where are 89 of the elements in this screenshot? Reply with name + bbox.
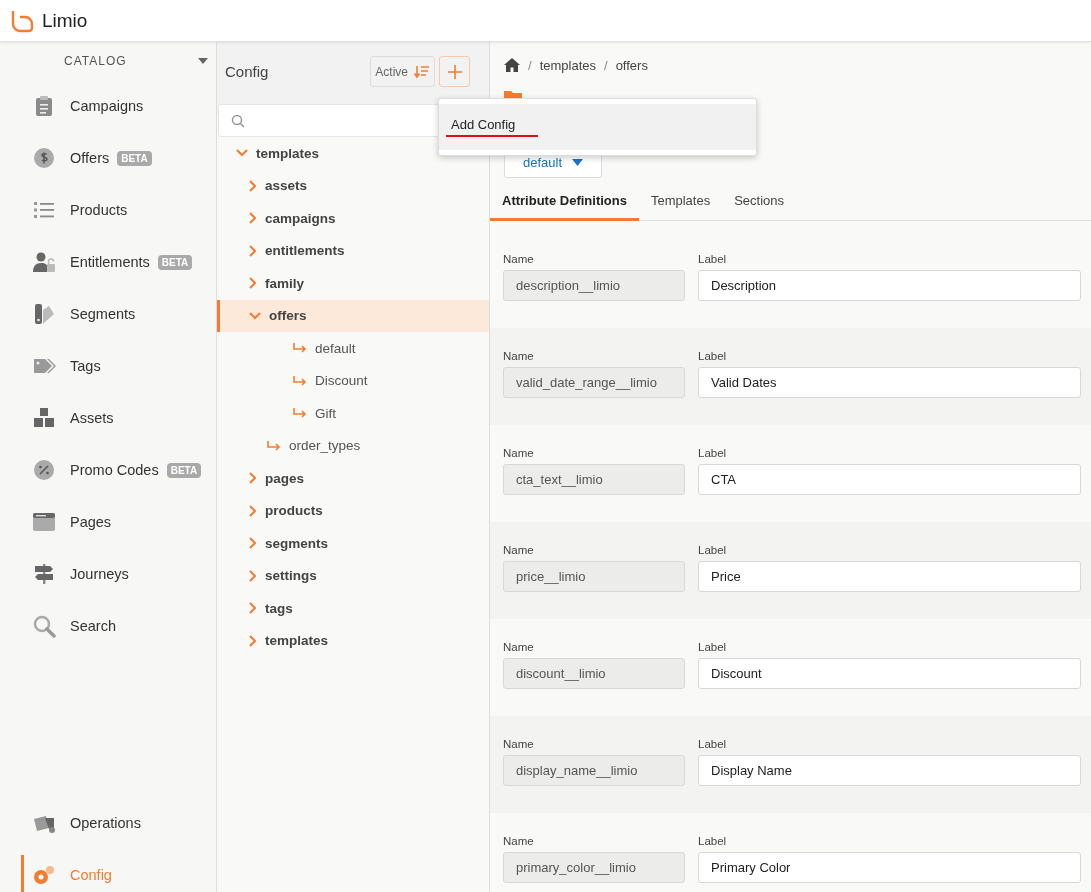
field-label: Label (698, 641, 728, 653)
breadcrumb-link[interactable]: templates (539, 57, 596, 73)
name-field[interactable]: primary_color__limio (503, 852, 685, 883)
tree-item[interactable]: products (217, 494, 489, 527)
sidebar-item[interactable]: Campaigns (0, 80, 216, 132)
breadcrumb-separator: / (604, 57, 608, 73)
tree-item[interactable]: segments (217, 527, 489, 560)
sidebar-item[interactable]: Tags (0, 340, 216, 392)
beta-badge: BETA (117, 150, 152, 166)
field-label: Name (503, 350, 535, 362)
tree-item[interactable]: assets (217, 169, 489, 202)
home-icon[interactable] (504, 58, 520, 72)
field-label: Name (503, 738, 535, 750)
field-label: Label (698, 738, 728, 750)
tree-item[interactable]: settings (217, 559, 489, 592)
menu-item[interactable]: Add Config (439, 104, 756, 150)
tree-item[interactable]: templates (217, 624, 489, 657)
boxes-icon (32, 406, 56, 430)
name-field[interactable]: valid_date_range__limio (503, 367, 685, 398)
field-label: Name (503, 835, 535, 847)
signpost-icon (32, 562, 56, 586)
panel-title: Config (225, 63, 270, 80)
label-field[interactable]: Description (698, 270, 1081, 301)
tab[interactable]: Templates (638, 183, 723, 221)
name-field[interactable]: description__limio (503, 270, 685, 301)
beta-badge: BETA (166, 462, 202, 478)
plus-icon (447, 64, 462, 79)
return-arrow-icon (293, 343, 307, 354)
field-label: Name (503, 544, 535, 556)
beta-badge: BETA (157, 254, 193, 270)
tab[interactable]: Sections (722, 183, 797, 221)
tab[interactable]: Attribute Definitions (490, 183, 639, 221)
sidebar-item[interactable]: Search (0, 600, 216, 652)
tree-item[interactable]: campaigns (217, 202, 489, 235)
field-label: Label (698, 835, 728, 847)
label-field[interactable]: Valid Dates (698, 367, 1081, 398)
sidebar-item[interactable]: Operations (0, 797, 216, 849)
breadcrumb-link[interactable]: offers (615, 57, 648, 73)
sidebar-item[interactable]: Offers BETA (0, 132, 216, 184)
search-icon (231, 113, 245, 128)
field-label: Label (698, 544, 728, 556)
label-field[interactable]: Primary Color (698, 852, 1081, 883)
section-title: CATALOG (64, 54, 128, 68)
swatch-icon (32, 302, 56, 326)
label-field[interactable]: Discount (698, 658, 1081, 689)
name-field[interactable]: price__limio (503, 561, 685, 592)
name-field[interactable]: display_name__limio (503, 755, 685, 786)
field-label: Name (503, 447, 535, 459)
percent-badge-icon (32, 458, 56, 482)
sidebar-item[interactable]: Segments (0, 288, 216, 340)
logo-icon (10, 8, 34, 33)
field-label: Label (698, 253, 728, 265)
user-lock-icon (32, 250, 56, 274)
label-field[interactable]: Display Name (698, 755, 1081, 786)
field-label: Label (698, 447, 728, 459)
tree-item[interactable]: pages (217, 462, 489, 495)
sidebar-item[interactable]: Promo Codes BETA (0, 444, 216, 496)
tree-item[interactable]: entitlements (217, 234, 489, 267)
app-title: Limio (42, 9, 88, 32)
field-label: Label (698, 350, 728, 362)
tree-item[interactable]: Discount (217, 364, 489, 397)
tree-item[interactable]: Gift (217, 397, 489, 430)
tree-item[interactable]: family (217, 267, 489, 300)
name-field[interactable]: discount__limio (503, 658, 685, 689)
sidebar-item[interactable]: Journeys (0, 548, 216, 600)
dollar-badge-icon (32, 146, 56, 170)
field-label: Name (503, 253, 535, 265)
label-field[interactable]: Price (698, 561, 1081, 592)
sidebar-item[interactable]: Products (0, 184, 216, 236)
return-arrow-icon (267, 440, 281, 451)
breadcrumb-separator: / (528, 57, 532, 73)
label-field[interactable]: CTA (698, 464, 1081, 495)
tree-item[interactable]: tags (217, 592, 489, 625)
browser-window-icon (32, 510, 56, 534)
tree-item[interactable]: default (217, 332, 489, 365)
sort-icon (414, 64, 430, 79)
return-arrow-icon (293, 375, 307, 386)
field-label: Name (503, 641, 535, 653)
tree-item[interactable]: offers (217, 299, 489, 332)
caret-down-icon (572, 159, 583, 166)
sidebar-item[interactable]: Assets (0, 392, 216, 444)
caret-down-icon[interactable] (198, 58, 208, 64)
sidebar-item[interactable]: Entitlements BETA (0, 236, 216, 288)
tree-item[interactable]: order_types (217, 429, 489, 462)
sidebar-item[interactable]: Pages (0, 496, 216, 548)
search-icon (32, 614, 56, 638)
name-field[interactable]: cta_text__limio (503, 464, 685, 495)
return-arrow-icon (293, 408, 307, 419)
filter-button[interactable]: Active (370, 56, 435, 87)
